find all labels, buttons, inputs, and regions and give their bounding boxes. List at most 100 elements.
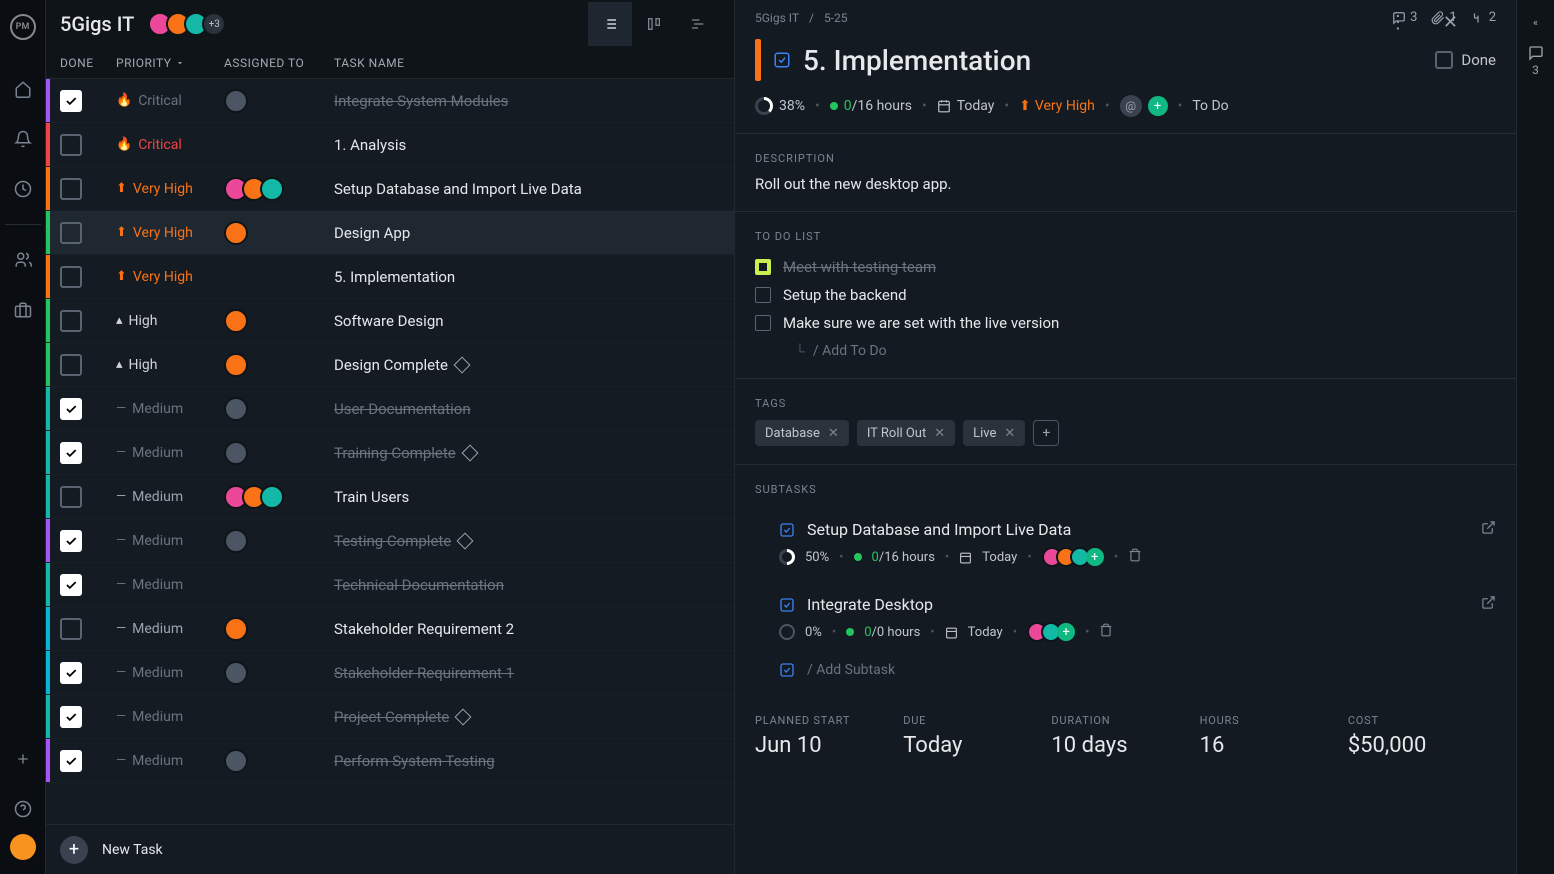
task-row[interactable]: ▴High Design Complete [46, 343, 734, 387]
assigned-cell[interactable] [224, 661, 334, 685]
assigned-cell[interactable] [224, 353, 334, 377]
done-checkbox[interactable] [60, 486, 82, 508]
date-meta[interactable]: Today [937, 98, 995, 114]
home-icon[interactable] [12, 78, 34, 100]
planned-start[interactable]: PLANNED START Jun 10 [755, 714, 903, 758]
todo-checkbox[interactable] [755, 259, 771, 275]
done-toggle[interactable]: Done [1435, 51, 1496, 69]
task-row[interactable]: —Medium Perform System Testing [46, 739, 734, 783]
task-name[interactable]: Stakeholder Requirement 1 [334, 664, 734, 682]
col-priority-header[interactable]: PRIORITY [116, 56, 224, 70]
bell-icon[interactable] [12, 128, 34, 150]
priority-cell[interactable]: 🔥Critical [116, 137, 224, 153]
priority-cell[interactable]: —Medium [116, 709, 224, 725]
col-done-header[interactable]: DONE [60, 56, 116, 70]
task-title[interactable]: 5. Implementation [803, 44, 1031, 77]
done-checkbox[interactable] [60, 178, 82, 200]
done-checkbox[interactable] [60, 134, 82, 156]
assignee-avatar[interactable] [260, 485, 284, 509]
done-checkbox[interactable] [60, 398, 82, 420]
assignee-avatar[interactable] [260, 177, 284, 201]
assignee-avatar[interactable] [224, 353, 248, 377]
tag-remove-icon[interactable]: ✕ [1004, 426, 1015, 441]
tag-chip[interactable]: Database✕ [755, 420, 849, 446]
delete-subtask-icon[interactable] [1099, 623, 1113, 641]
progress-meta[interactable]: 38% [755, 97, 805, 115]
task-name[interactable]: Technical Documentation [334, 576, 734, 594]
task-name[interactable]: Design App [334, 224, 734, 242]
priority-cell[interactable]: —Medium [116, 533, 224, 549]
tag-chip[interactable]: IT Roll Out✕ [857, 420, 955, 446]
open-subtask-icon[interactable] [1481, 595, 1496, 614]
todo-checkbox[interactable] [755, 287, 771, 303]
task-name[interactable]: Integrate System Modules [334, 92, 734, 110]
priority-meta[interactable]: ⬆ Very High [1019, 98, 1095, 114]
priority-cell[interactable]: ▴High [116, 313, 224, 329]
project-members[interactable]: +3 [148, 12, 226, 36]
team-icon[interactable] [12, 249, 34, 271]
todo-item[interactable]: Setup the backend [755, 281, 1496, 309]
task-row[interactable]: ⬆Very High Design App [46, 211, 734, 255]
task-row[interactable]: —Medium Technical Documentation [46, 563, 734, 607]
add-assignee-button[interactable]: + [1148, 96, 1168, 116]
assigned-cell[interactable] [224, 441, 334, 465]
done-checkbox[interactable] [60, 706, 82, 728]
col-assigned-header[interactable]: ASSIGNED TO [224, 56, 334, 70]
task-name[interactable]: Project Complete [334, 708, 734, 726]
list-view-tab[interactable] [588, 2, 632, 46]
todo-item[interactable]: Make sure we are set with the live versi… [755, 309, 1496, 337]
task-name[interactable]: Perform System Testing [334, 752, 734, 770]
assigned-cell[interactable] [224, 309, 334, 333]
tag-chip[interactable]: Live✕ [963, 420, 1025, 446]
task-name[interactable]: Training Complete [334, 444, 734, 462]
open-subtask-icon[interactable] [1481, 520, 1496, 539]
add-subtask-assignee[interactable]: + [1086, 548, 1104, 566]
task-name[interactable]: 1. Analysis [334, 136, 734, 154]
priority-cell[interactable]: —Medium [116, 489, 224, 505]
done-checkbox[interactable] [60, 90, 82, 112]
priority-cell[interactable]: ⬆Very High [116, 225, 224, 241]
add-todo-input[interactable]: └/ Add To Do [755, 337, 1496, 360]
done-checkbox[interactable] [60, 574, 82, 596]
task-row[interactable]: —Medium Testing Complete [46, 519, 734, 563]
task-row[interactable]: —Medium Stakeholder Requirement 2 [46, 607, 734, 651]
priority-cell[interactable]: ⬆Very High [116, 181, 224, 197]
todo-item[interactable]: Meet with testing team [755, 253, 1496, 281]
task-row[interactable]: —Medium Train Users [46, 475, 734, 519]
task-row[interactable]: —Medium Project Complete [46, 695, 734, 739]
status-meta[interactable]: To Do [1192, 98, 1228, 114]
add-subtask-input[interactable]: / Add Subtask [755, 656, 1496, 678]
assigned-cell[interactable] [224, 529, 334, 553]
assigned-cell[interactable] [224, 749, 334, 773]
assignee-avatar[interactable] [224, 309, 248, 333]
due-date[interactable]: DUE Today [903, 714, 1051, 758]
done-checkbox[interactable] [60, 266, 82, 288]
priority-cell[interactable]: ▴High [116, 357, 224, 373]
assigned-cell[interactable] [224, 397, 334, 421]
strip-comments[interactable]: 3 [1528, 45, 1544, 77]
task-row[interactable]: —Medium User Documentation [46, 387, 734, 431]
assigned-cell[interactable] [224, 485, 334, 509]
description-text[interactable]: Roll out the new desktop app. [755, 175, 1496, 193]
hours[interactable]: HOURS 16 [1200, 714, 1348, 758]
task-name[interactable]: Stakeholder Requirement 2 [334, 620, 734, 638]
task-row[interactable]: 🔥Critical Integrate System Modules [46, 79, 734, 123]
help-icon[interactable] [12, 798, 34, 820]
done-checkbox[interactable] [60, 662, 82, 684]
more-members-badge[interactable]: +3 [202, 12, 226, 36]
task-name[interactable]: Testing Complete [334, 532, 734, 550]
task-name[interactable]: Design Complete [334, 356, 734, 374]
subtasks-count[interactable]: 2 [1471, 10, 1496, 25]
todo-checkbox[interactable] [755, 315, 771, 331]
add-task-button[interactable]: + [60, 836, 88, 864]
priority-cell[interactable]: —Medium [116, 753, 224, 769]
assignee-avatar[interactable] [224, 89, 248, 113]
priority-cell[interactable]: —Medium [116, 665, 224, 681]
breadcrumb-id[interactable]: 5-25 [824, 11, 848, 25]
done-checkbox[interactable] [60, 750, 82, 772]
done-checkbox[interactable] [60, 442, 82, 464]
new-task-row[interactable]: + New Task [46, 824, 734, 874]
subtask-item[interactable]: Setup Database and Import Live Data 50%•… [755, 506, 1496, 581]
assignee-placeholder-icon[interactable]: @ [1120, 95, 1142, 117]
assignee-avatar[interactable] [224, 661, 248, 685]
